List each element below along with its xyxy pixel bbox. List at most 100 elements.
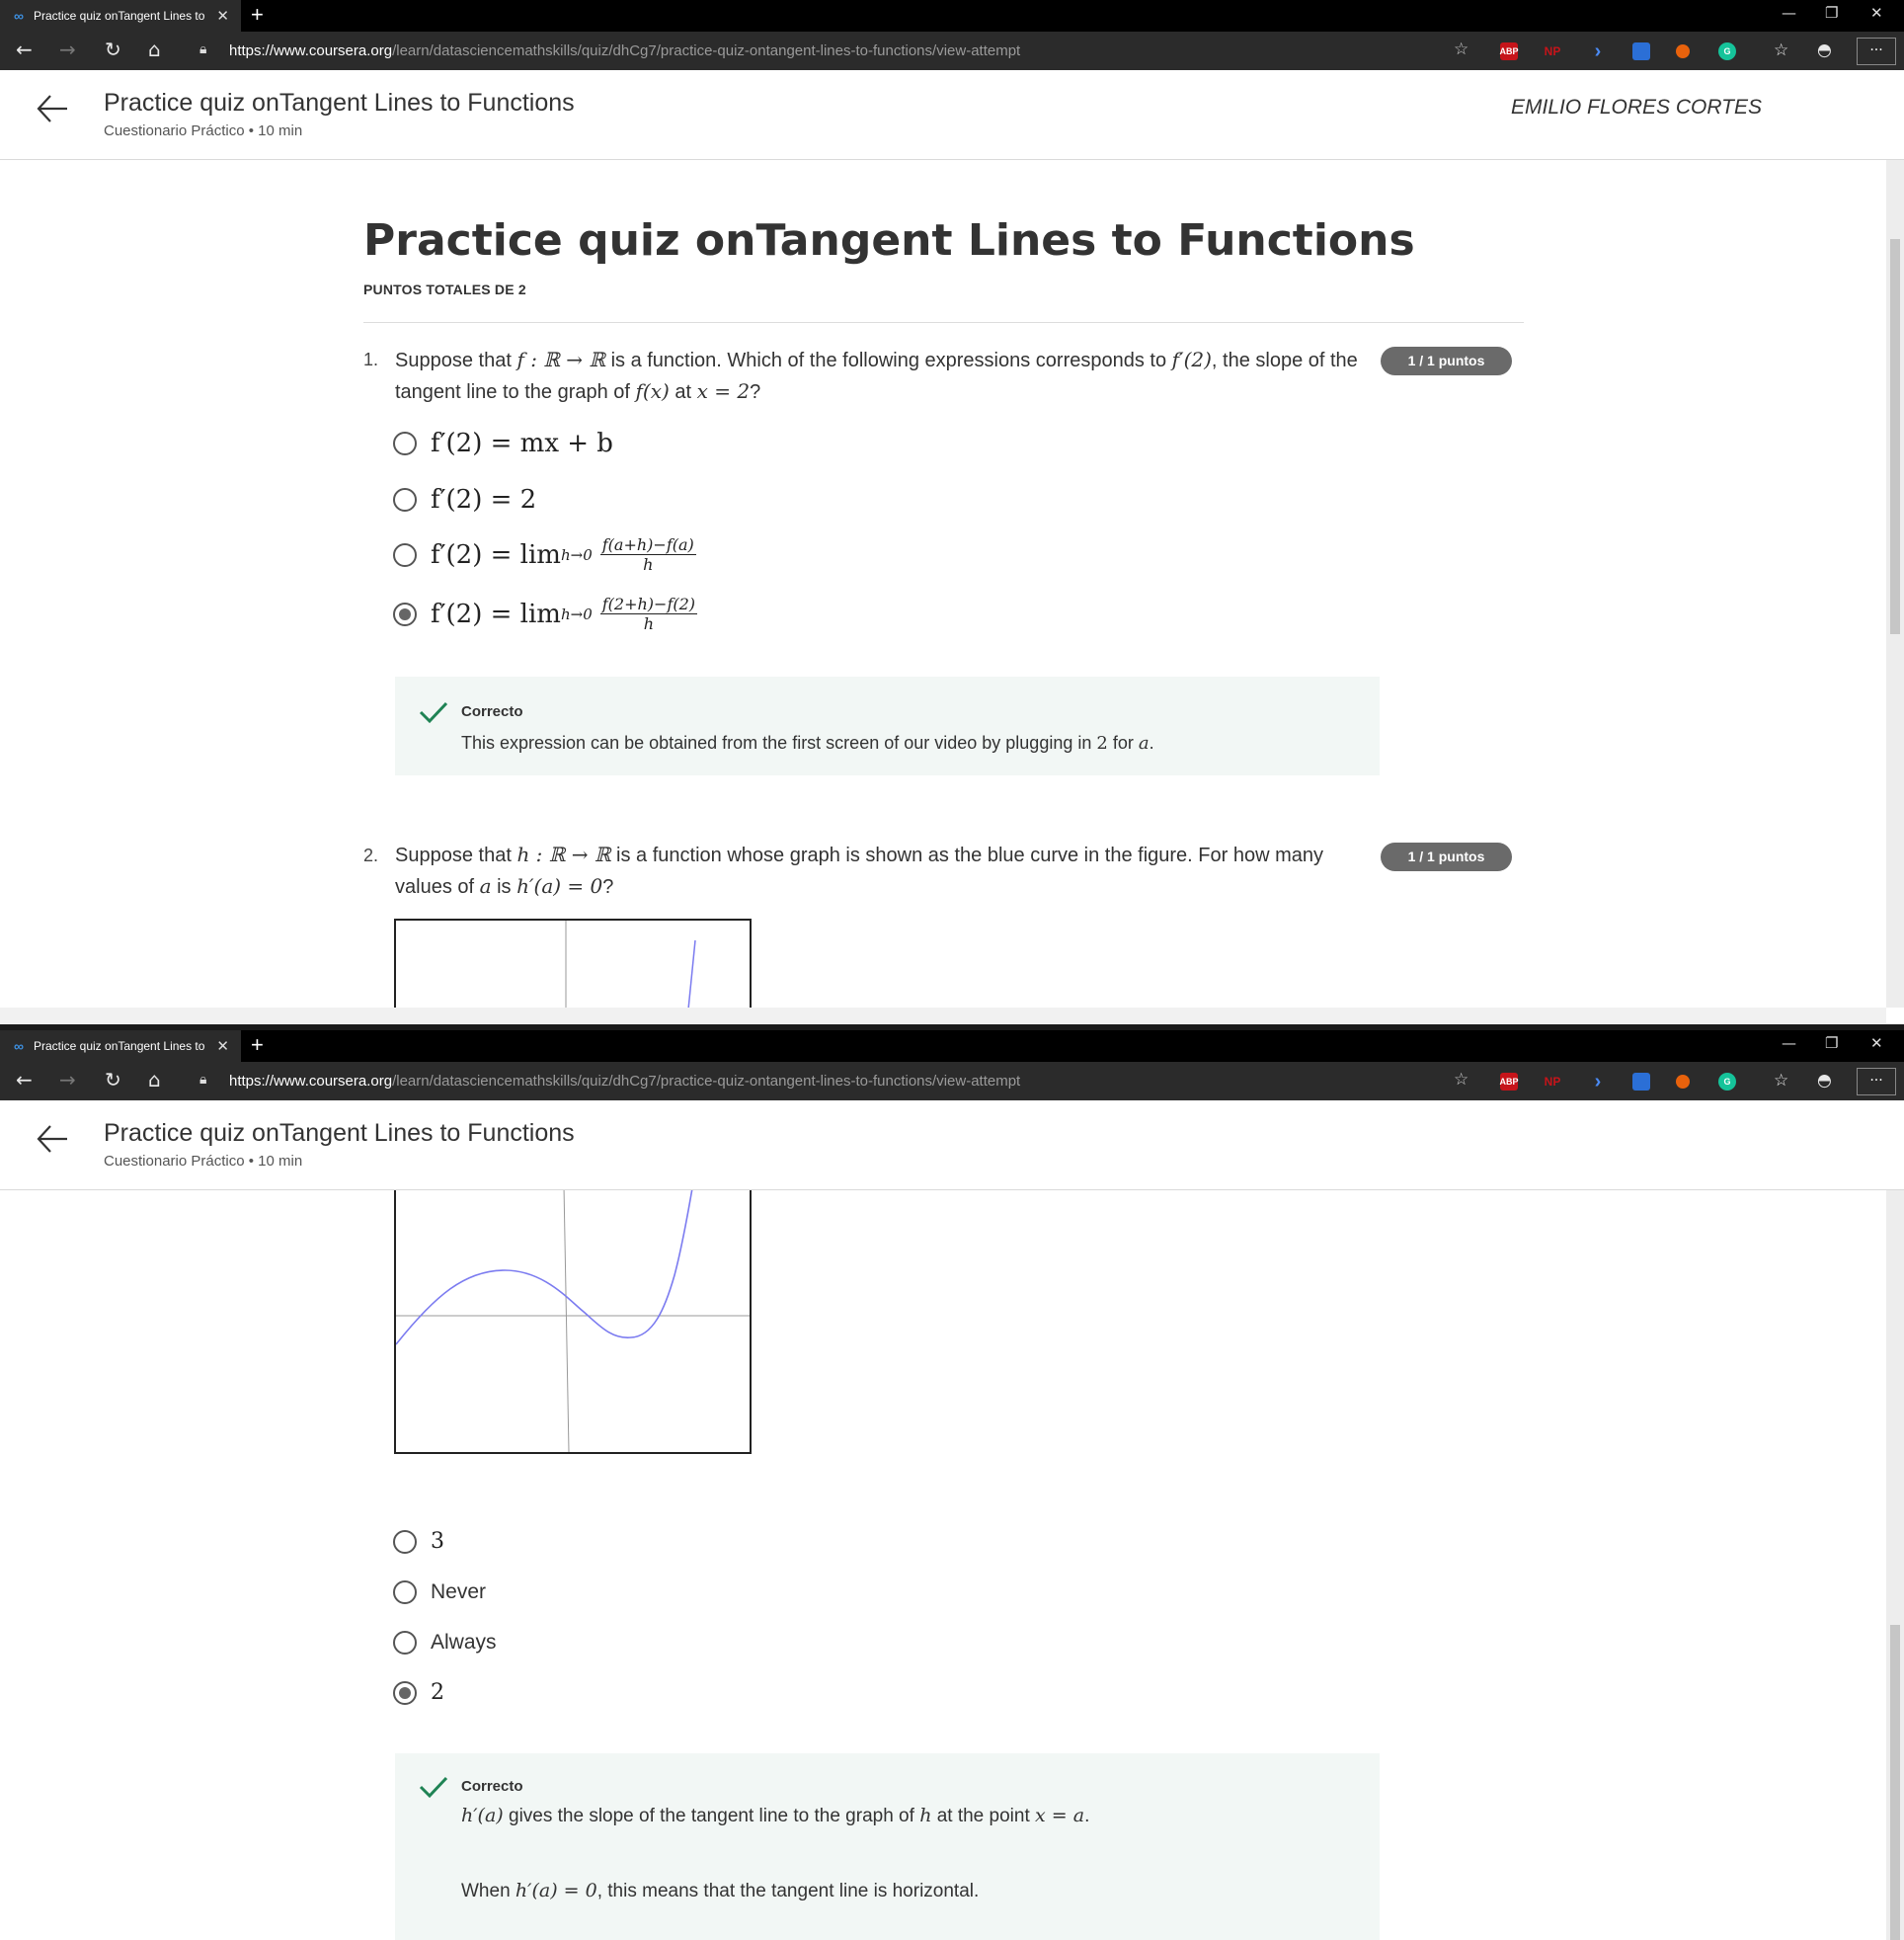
radio-button[interactable] [393, 1631, 417, 1655]
profile-icon[interactable]: ◓ [1817, 40, 1832, 60]
feedback-text: This expression can be obtained from the… [461, 733, 1154, 754]
np-extension-icon[interactable]: NP [1544, 42, 1561, 60]
radio-button[interactable] [393, 1580, 417, 1604]
coursera-favicon-icon: ∞ [14, 8, 24, 24]
scrollbar-thumb[interactable] [1890, 1625, 1900, 1940]
close-window-icon[interactable]: ✕ [1870, 4, 1883, 22]
arrow-extension-icon[interactable]: › [1589, 40, 1607, 62]
function-graph [394, 919, 752, 1008]
blue-extension-icon[interactable] [1632, 42, 1650, 60]
scrollbar-thumb[interactable] [1890, 239, 1900, 634]
header-subtitle: Cuestionario Práctico • 10 min [104, 1153, 303, 1170]
option-label: f′(2) = lim h→0 f(2+h)−f(2) h [431, 595, 698, 633]
restore-icon[interactable]: ❐ [1825, 4, 1838, 22]
answer-option-selected[interactable]: f′(2) = lim h→0 f(2+h)−f(2) h [393, 595, 698, 633]
back-icon[interactable]: ← [16, 1068, 33, 1091]
quiz-content: 3 Never Always 2 Correcto h′(a) gives th… [0, 1190, 1886, 1940]
close-tab-icon[interactable]: ✕ [216, 7, 229, 25]
header-title: Practice quiz onTangent Lines to Functio… [104, 1119, 575, 1147]
orange-extension-icon[interactable] [1676, 1075, 1690, 1089]
course-header: Practice quiz onTangent Lines to Functio… [0, 70, 1904, 160]
user-name[interactable]: EMILIO FLORES CORTES [1511, 96, 1762, 120]
answer-option[interactable]: f′(2) = mx + b [393, 429, 613, 458]
settings-menu-button[interactable]: ··· [1857, 38, 1896, 65]
url-text[interactable]: https://www.coursera.org/learn/datascien… [229, 1073, 1020, 1090]
close-window-icon[interactable]: ✕ [1870, 1034, 1883, 1052]
score-badge: 1 / 1 puntos [1381, 347, 1512, 375]
forward-icon[interactable]: → [59, 1068, 76, 1091]
feedback-text: h′(a) gives the slope of the tangent lin… [461, 1805, 1090, 1826]
address-bar-row: ← → ↻ ⌂ 🔒︎ https://www.coursera.org/lear… [0, 32, 1904, 70]
total-points: PUNTOS TOTALES DE 2 [363, 282, 526, 297]
option-label: Always [431, 1631, 497, 1654]
favorites-list-icon[interactable]: ☆ [1774, 1071, 1788, 1091]
option-label: Never [431, 1580, 487, 1603]
arrow-extension-icon[interactable]: › [1589, 1071, 1607, 1092]
option-label: f′(2) = 2 [431, 485, 537, 515]
question-number: 2. [363, 846, 379, 865]
adblock-extension-icon[interactable]: ABP [1500, 42, 1519, 60]
answer-option[interactable]: f′(2) = 2 [393, 485, 536, 515]
answer-option-selected[interactable]: 2 [393, 1680, 444, 1705]
answer-option[interactable]: Never [393, 1580, 486, 1604]
radio-button[interactable] [393, 1529, 417, 1554]
reload-icon[interactable]: ↻ [105, 1068, 121, 1091]
home-icon[interactable]: ⌂ [148, 38, 161, 61]
blue-curve [395, 1190, 693, 1345]
reload-icon[interactable]: ↻ [105, 38, 121, 61]
browser-window-bottom: ∞ Practice quiz onTangent Lines to ✕ + —… [0, 1030, 1904, 1940]
favorite-star-icon[interactable]: ☆ [1454, 40, 1468, 59]
minimize-icon[interactable]: — [1782, 1034, 1796, 1052]
back-icon[interactable]: ← [16, 38, 33, 61]
tab-bar: ∞ Practice quiz onTangent Lines to ✕ + —… [0, 0, 1904, 32]
tab-title: Practice quiz onTangent Lines to [33, 1039, 205, 1053]
address-bar[interactable]: 🔒︎ https://www.coursera.org/learn/datasc… [190, 1067, 1464, 1095]
favorites-list-icon[interactable]: ☆ [1774, 40, 1788, 60]
tab-title: Practice quiz onTangent Lines to [33, 9, 205, 23]
horizontal-scrollbar[interactable] [0, 1008, 1886, 1023]
address-bar-row: ← → ↻ ⌂ 🔒︎ https://www.coursera.org/lear… [0, 1062, 1904, 1100]
option-label: f′(2) = mx + b [431, 429, 613, 458]
vertical-scrollbar[interactable] [1886, 160, 1904, 1008]
forward-icon[interactable]: → [59, 38, 76, 61]
radio-button-selected[interactable] [393, 1680, 417, 1705]
browser-tab[interactable]: ∞ Practice quiz onTangent Lines to ✕ [0, 0, 241, 32]
feedback-box: Correcto This expression can be obtained… [395, 677, 1380, 775]
new-tab-button[interactable]: + [251, 1032, 264, 1058]
back-arrow-icon[interactable] [36, 1122, 69, 1156]
radio-button[interactable] [393, 542, 417, 567]
grammarly-extension-icon[interactable]: G [1718, 1073, 1736, 1091]
header-subtitle: Cuestionario Práctico • 10 min [104, 122, 303, 139]
answer-option[interactable]: Always [393, 1631, 497, 1655]
url-text[interactable]: https://www.coursera.org/learn/datascien… [229, 42, 1020, 59]
feedback-label: Correcto [461, 1778, 523, 1795]
close-tab-icon[interactable]: ✕ [216, 1037, 229, 1055]
settings-menu-button[interactable]: ··· [1857, 1068, 1896, 1095]
vertical-scrollbar[interactable] [1886, 1190, 1904, 1940]
np-extension-icon[interactable]: NP [1544, 1073, 1561, 1091]
minimize-icon[interactable]: — [1782, 4, 1796, 22]
answer-option[interactable]: f′(2) = lim h→0 f(a+h)−f(a) h [393, 535, 696, 574]
restore-icon[interactable]: ❐ [1825, 1034, 1838, 1052]
adblock-extension-icon[interactable]: ABP [1500, 1073, 1519, 1091]
orange-extension-icon[interactable] [1676, 44, 1690, 58]
back-arrow-icon[interactable] [36, 92, 69, 125]
profile-icon[interactable]: ◓ [1817, 1071, 1832, 1091]
option-label: 2 [431, 1680, 444, 1705]
function-graph [394, 1190, 752, 1454]
page-title: Practice quiz onTangent Lines to Functio… [363, 215, 1415, 266]
browser-tab[interactable]: ∞ Practice quiz onTangent Lines to ✕ [0, 1030, 241, 1062]
checkmark-icon [419, 701, 448, 724]
lock-icon: 🔒︎ [199, 41, 207, 57]
radio-button-selected[interactable] [393, 602, 417, 626]
answer-option[interactable]: 3 [393, 1529, 444, 1554]
grammarly-extension-icon[interactable]: G [1718, 42, 1736, 60]
radio-button[interactable] [393, 432, 417, 455]
home-icon[interactable]: ⌂ [148, 1068, 161, 1091]
address-bar[interactable]: 🔒︎ https://www.coursera.org/learn/datasc… [190, 37, 1464, 65]
favorite-star-icon[interactable]: ☆ [1454, 1070, 1468, 1090]
header-title: Practice quiz onTangent Lines to Functio… [104, 89, 575, 117]
blue-extension-icon[interactable] [1632, 1073, 1650, 1091]
radio-button[interactable] [393, 488, 417, 512]
new-tab-button[interactable]: + [251, 2, 264, 28]
